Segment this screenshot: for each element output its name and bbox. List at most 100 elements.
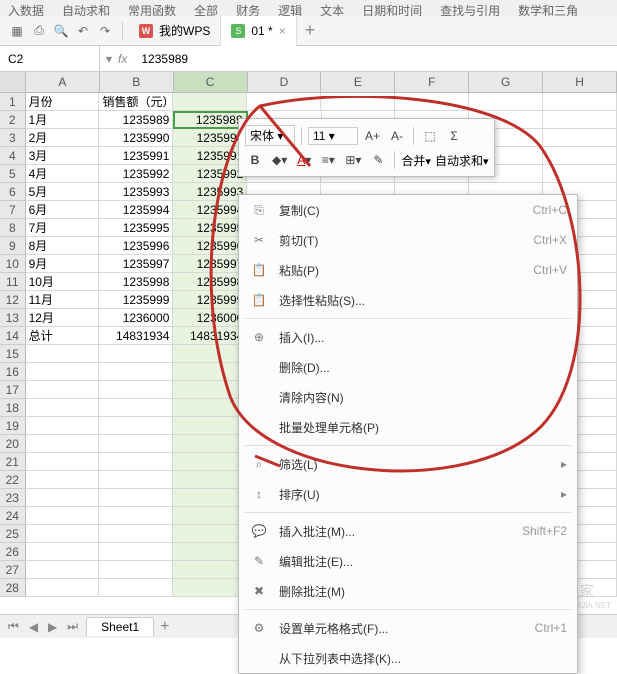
cell[interactable]: 1235991 xyxy=(99,147,173,165)
col-header[interactable]: E xyxy=(321,72,395,92)
cell[interactable]: 1235996 xyxy=(99,237,173,255)
cell[interactable]: 1235989 xyxy=(99,111,173,129)
menu-item[interactable]: 入数据 xyxy=(8,2,44,14)
font-select[interactable]: 宋体 ▾ xyxy=(245,125,295,146)
context-menu-item[interactable]: ⚙设置单元格格式(F)...Ctrl+1 xyxy=(239,613,577,643)
cell[interactable]: 5月 xyxy=(26,183,100,201)
decrease-font-icon[interactable]: A- xyxy=(387,126,407,146)
context-menu-item[interactable]: 📋粘贴(P)Ctrl+V xyxy=(239,255,577,285)
font-size-select[interactable]: 11 ▾ xyxy=(308,127,358,145)
tab-wps[interactable]: W 我的WPS xyxy=(129,16,221,46)
sheet-tab[interactable]: Sheet1 xyxy=(86,617,154,636)
context-menu-item[interactable]: ⎘复制(C)Ctrl+C xyxy=(239,195,577,225)
col-header[interactable]: G xyxy=(469,72,543,92)
save-icon[interactable]: ▦ xyxy=(9,23,25,39)
menu-item[interactable]: 全部 xyxy=(194,2,218,14)
row-header[interactable]: 24 xyxy=(0,507,26,525)
cell[interactable]: 1235999 xyxy=(99,291,173,309)
context-menu-item[interactable]: 📋选择性粘贴(S)... xyxy=(239,285,577,315)
fill-color-icon[interactable]: ◆▾ xyxy=(269,150,290,170)
row-header[interactable]: 27 xyxy=(0,561,26,579)
cell[interactable]: 10月 xyxy=(26,273,100,291)
cell[interactable]: 销售额（元） xyxy=(99,93,173,111)
add-sheet-icon[interactable]: + xyxy=(160,618,169,636)
col-header[interactable]: C xyxy=(174,72,248,92)
cell[interactable]: 1235994 xyxy=(99,201,173,219)
cell[interactable]: 1235996 xyxy=(173,237,247,255)
cell[interactable]: 2月 xyxy=(26,129,100,147)
cell[interactable]: 6月 xyxy=(26,201,100,219)
cell[interactable]: 12月 xyxy=(26,309,100,327)
row-header[interactable]: 15 xyxy=(0,345,26,363)
context-menu-item[interactable]: 删除(D)... xyxy=(239,352,577,382)
first-sheet-icon[interactable]: ⏮ xyxy=(6,619,21,634)
row-header[interactable]: 19 xyxy=(0,417,26,435)
last-sheet-icon[interactable]: ⏭ xyxy=(65,619,80,634)
cell[interactable]: 14831934 xyxy=(173,327,247,345)
row-header[interactable]: 22 xyxy=(0,471,26,489)
cell[interactable]: 7月 xyxy=(26,219,100,237)
cell[interactable]: 1235991 xyxy=(173,147,247,165)
context-menu-item[interactable]: ⌕筛选(L)▸ xyxy=(239,449,577,479)
context-menu-item[interactable]: ⊕插入(I)... xyxy=(239,322,577,352)
undo-icon[interactable]: ↶ xyxy=(75,23,91,39)
cell[interactable]: 1235989 xyxy=(173,111,247,129)
increase-font-icon[interactable]: A+ xyxy=(362,126,383,146)
cell[interactable]: 1235998 xyxy=(173,273,247,291)
dropdown-icon[interactable]: ▾ xyxy=(106,52,112,66)
font-color-icon[interactable]: A▾ xyxy=(294,150,314,170)
menu-item[interactable]: 自动求和 xyxy=(62,2,110,14)
row-header[interactable]: 21 xyxy=(0,453,26,471)
row-header[interactable]: 4 xyxy=(0,147,26,165)
row-header[interactable]: 23 xyxy=(0,489,26,507)
merge-button[interactable]: 合并▾ xyxy=(401,152,431,169)
menu-item[interactable]: 日期和时间 xyxy=(362,2,422,14)
row-header[interactable]: 7 xyxy=(0,201,26,219)
row-header[interactable]: 3 xyxy=(0,129,26,147)
context-menu-item[interactable]: 💬插入批注(M)...Shift+F2 xyxy=(239,516,577,546)
cell[interactable]: 1235990 xyxy=(99,129,173,147)
row-header[interactable]: 26 xyxy=(0,543,26,561)
row-header[interactable]: 11 xyxy=(0,273,26,291)
cell[interactable]: 14831934 xyxy=(99,327,173,345)
redo-icon[interactable]: ↷ xyxy=(97,23,113,39)
cell[interactable]: 1月 xyxy=(26,111,100,129)
cell[interactable]: 1235995 xyxy=(173,219,247,237)
row-header[interactable]: 12 xyxy=(0,291,26,309)
menu-item[interactable]: 逻辑 xyxy=(278,2,302,14)
cell[interactable]: 1235990 xyxy=(173,129,247,147)
cell[interactable]: 1235994 xyxy=(173,201,247,219)
cell[interactable]: 总计 xyxy=(26,327,100,345)
row-header[interactable]: 18 xyxy=(0,399,26,417)
cell[interactable]: 9月 xyxy=(26,255,100,273)
menu-item[interactable]: 财务 xyxy=(236,2,260,14)
fx-icon[interactable]: fx xyxy=(118,52,127,66)
cell[interactable]: 月份 xyxy=(26,93,100,111)
menu-item[interactable]: 常用函数 xyxy=(128,2,176,14)
formula-input[interactable]: 1235989 xyxy=(133,52,196,66)
cell[interactable]: 1235992 xyxy=(99,165,173,183)
cell[interactable]: 1235998 xyxy=(99,273,173,291)
col-header[interactable]: A xyxy=(26,72,100,92)
context-menu-item[interactable]: ✂剪切(T)Ctrl+X xyxy=(239,225,577,255)
cell[interactable]: 1236000 xyxy=(99,309,173,327)
autosum-button[interactable]: 自动求和▾ xyxy=(435,152,489,169)
cell[interactable]: 11月 xyxy=(26,291,100,309)
row-header[interactable]: 25 xyxy=(0,525,26,543)
row-header[interactable]: 8 xyxy=(0,219,26,237)
border-icon[interactable]: ⊞▾ xyxy=(342,150,364,170)
row-header[interactable]: 17 xyxy=(0,381,26,399)
cell[interactable]: 8月 xyxy=(26,237,100,255)
row-header[interactable]: 6 xyxy=(0,183,26,201)
menu-item[interactable]: 文本 xyxy=(320,2,344,14)
context-menu-item[interactable]: ✎编辑批注(E)... xyxy=(239,546,577,576)
row-header[interactable]: 10 xyxy=(0,255,26,273)
print-icon[interactable]: ⎙ xyxy=(31,23,47,39)
add-tab-icon[interactable]: + xyxy=(297,20,324,41)
row-header[interactable]: 28 xyxy=(0,579,26,597)
row-header[interactable]: 5 xyxy=(0,165,26,183)
context-menu-item[interactable]: 从下拉列表中选择(K)... xyxy=(239,643,577,673)
cell[interactable]: 1235997 xyxy=(99,255,173,273)
autosum-icon[interactable]: Σ xyxy=(444,126,464,146)
context-menu-item[interactable]: 批量处理单元格(P) xyxy=(239,412,577,442)
